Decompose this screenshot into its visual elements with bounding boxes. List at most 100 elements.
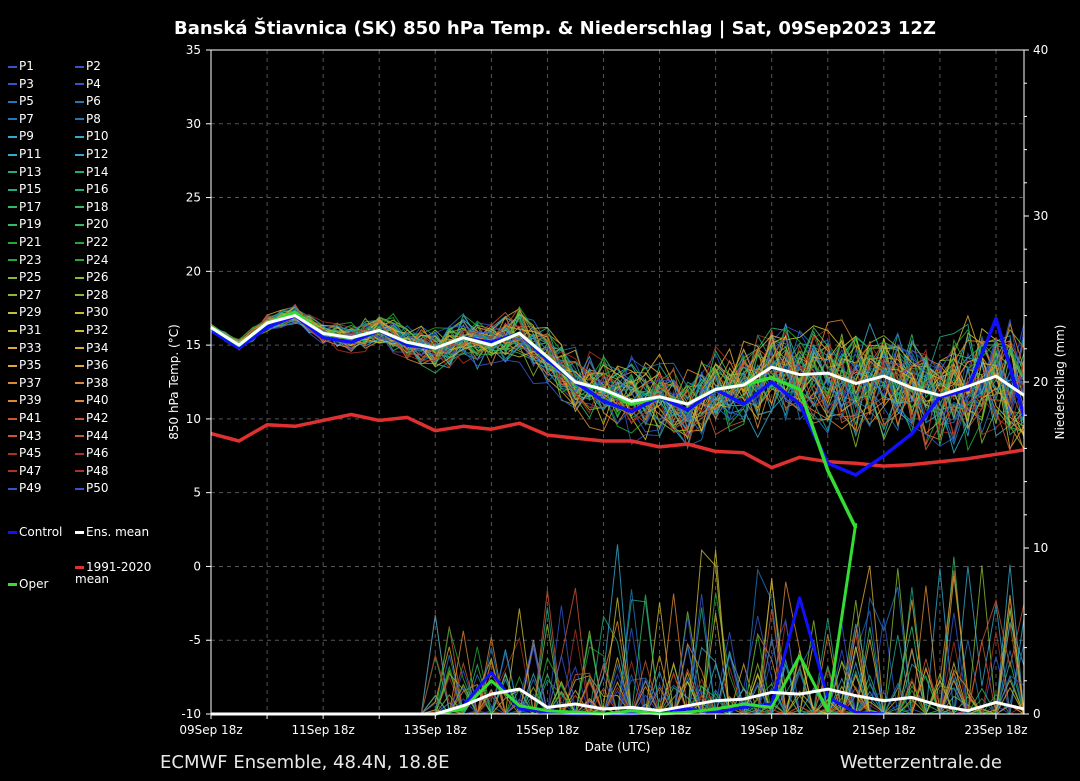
- legend-item-p29: P29: [8, 305, 42, 319]
- legend-swatch: [75, 329, 84, 332]
- legend-label: P33: [19, 340, 42, 355]
- legend-label: P37: [19, 375, 42, 390]
- legend-swatch: [8, 417, 17, 420]
- legend-item-p27: P27: [8, 288, 42, 302]
- legend-swatch: [8, 294, 17, 297]
- legend-label: P10: [86, 129, 109, 144]
- legend-item-p2: P2: [75, 59, 101, 73]
- legend-swatch: [8, 171, 17, 174]
- legend-label: P24: [86, 252, 109, 267]
- legend-swatch: [8, 83, 17, 86]
- legend-label: P4: [86, 76, 101, 91]
- legend-item-p47: P47: [8, 464, 42, 478]
- legend-swatch: [8, 435, 17, 438]
- legend-item-p22: P22: [75, 235, 109, 249]
- legend-swatch: [8, 188, 17, 191]
- legend-label: Ens. mean: [86, 525, 150, 539]
- tick-label-right: 0: [1033, 707, 1041, 721]
- legend-swatch: [8, 470, 17, 473]
- legend-item-p21: P21: [8, 235, 42, 249]
- legend-item-p31: P31: [8, 323, 42, 337]
- legend-label: P34: [86, 340, 109, 355]
- legend-swatch: [75, 435, 84, 438]
- legend-item-p4: P4: [75, 77, 101, 91]
- legend-item-ens-mean: Ens. mean: [75, 525, 149, 539]
- legend-swatch: [75, 311, 84, 314]
- tick-label-left: -10: [181, 707, 201, 721]
- legend-item-p18: P18: [75, 200, 109, 214]
- legend-item-p19: P19: [8, 217, 42, 231]
- legend-item-p12: P12: [75, 147, 109, 161]
- legend-label: P11: [19, 147, 42, 161]
- legend-item-p37: P37: [8, 376, 42, 390]
- legend-label: P22: [86, 235, 109, 249]
- legend-item-p32: P32: [75, 323, 109, 337]
- legend-item-p16: P16: [75, 182, 109, 196]
- legend-label: P16: [86, 182, 109, 197]
- legend-swatch: [8, 311, 17, 314]
- legend-label: P19: [19, 217, 42, 232]
- legend-swatch: [8, 329, 17, 332]
- legend-swatch: [8, 153, 17, 156]
- legend-label: P23: [19, 252, 42, 267]
- footer-brand: Wetterzentrale.de: [839, 752, 1002, 773]
- legend-item-p17: P17: [8, 200, 42, 214]
- legend-item-p11: P11: [8, 147, 42, 161]
- tick-label-left: 15: [186, 338, 201, 352]
- legend-swatch: [75, 241, 84, 244]
- legend-swatch: [75, 153, 84, 156]
- legend-swatch: [8, 100, 17, 103]
- legend-item-p42: P42: [75, 411, 109, 425]
- x-axis-label: Date (UTC): [585, 740, 651, 754]
- legend-item-p10: P10: [75, 129, 109, 143]
- legend-item-p15: P15: [8, 182, 42, 196]
- legend-item-p24: P24: [75, 253, 109, 267]
- legend-item-p40: P40: [75, 393, 109, 407]
- tick-label-bottom: 13Sep 18z: [404, 723, 467, 737]
- legend-label: P17: [19, 199, 42, 214]
- legend-label: 1991-2020 mean: [75, 560, 152, 586]
- legend-swatch: [75, 65, 84, 68]
- legend-item-p38: P38: [75, 376, 109, 390]
- tick-label-left: -5: [189, 633, 201, 647]
- legend-label: P14: [86, 164, 109, 179]
- tick-label-bottom: 17Sep 18z: [628, 723, 691, 737]
- legend-item-p13: P13: [8, 165, 42, 179]
- legend-label: P36: [86, 358, 109, 373]
- legend-label: P35: [19, 358, 42, 373]
- legend-swatch: [8, 452, 17, 455]
- tick-label-left: 25: [186, 191, 201, 205]
- legend-item-oper: Oper: [8, 577, 48, 591]
- legend-swatch: [75, 531, 84, 534]
- legend-item-p23: P23: [8, 253, 42, 267]
- y-axis-label-left: 850 hPa Temp. (°C): [167, 324, 181, 440]
- legend-swatch: [75, 566, 84, 569]
- legend-label: P5: [19, 94, 34, 109]
- legend-label: P44: [86, 428, 109, 443]
- legend-label: P49: [19, 481, 42, 496]
- legend-swatch: [75, 347, 84, 350]
- legend-label: P42: [86, 411, 109, 425]
- legend-swatch: [75, 135, 84, 138]
- legend-swatch: [8, 382, 17, 385]
- legend-swatch: [75, 188, 84, 191]
- legend-label: P25: [19, 270, 42, 285]
- legend-label: P46: [86, 446, 109, 461]
- legend-label: P48: [86, 463, 109, 478]
- legend-item-p28: P28: [75, 288, 109, 302]
- legend-label: P2: [86, 59, 101, 73]
- tick-label-left: 35: [186, 43, 201, 57]
- legend-swatch: [75, 452, 84, 455]
- legend-swatch: [8, 347, 17, 350]
- legend-item-p14: P14: [75, 165, 109, 179]
- legend-label: P6: [86, 94, 101, 109]
- legend-swatch: [8, 276, 17, 279]
- legend-swatch: [8, 531, 17, 534]
- legend-label: P38: [86, 375, 109, 390]
- tick-label-right: 40: [1033, 43, 1048, 57]
- legend-label: P43: [19, 428, 42, 443]
- legend-swatch: [8, 364, 17, 367]
- legend-item-p35: P35: [8, 358, 42, 372]
- legend-item-p8: P8: [75, 112, 101, 126]
- legend-item-p49: P49: [8, 481, 42, 495]
